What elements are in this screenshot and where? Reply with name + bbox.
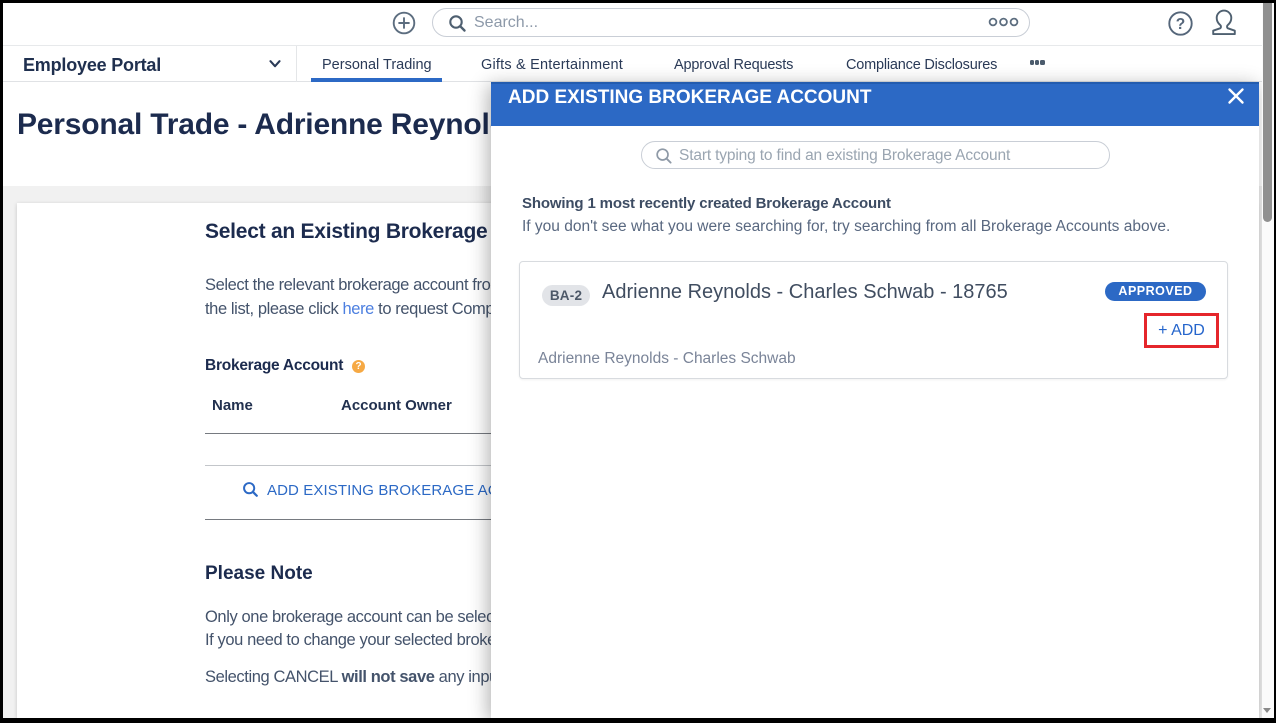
svg-text:?: ? (1176, 16, 1185, 33)
